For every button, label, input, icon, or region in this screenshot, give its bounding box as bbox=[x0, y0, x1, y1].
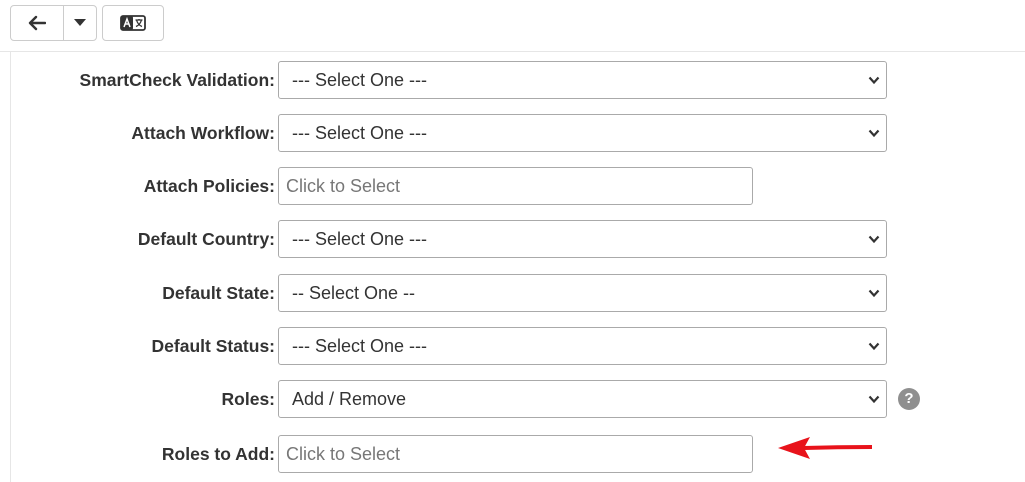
arrow-left-icon bbox=[28, 15, 46, 31]
default-country-label: Default Country: bbox=[137, 229, 275, 249]
arrow-shaft bbox=[802, 445, 872, 450]
form-row-roles: Roles: Add / Remove ? bbox=[11, 380, 1025, 418]
red-arrow-annotation bbox=[778, 437, 872, 459]
chevron-down-icon bbox=[868, 342, 880, 351]
smartcheck-validation-value: --- Select One --- bbox=[292, 70, 428, 90]
default-state-value: -- Select One -- bbox=[292, 283, 416, 303]
default-country-select[interactable]: --- Select One --- bbox=[278, 220, 887, 258]
chevron-down-icon bbox=[868, 129, 880, 138]
chevron-down-icon bbox=[868, 289, 880, 298]
toolbar bbox=[0, 0, 1025, 52]
form-row-smartcheck-validation: SmartCheck Validation: --- Select One --… bbox=[11, 61, 1025, 99]
form-row-attach-workflow: Attach Workflow: --- Select One --- bbox=[11, 114, 1025, 152]
default-status-value: --- Select One --- bbox=[292, 336, 428, 356]
default-status-select[interactable]: --- Select One --- bbox=[278, 327, 887, 365]
form-row-default-country: Default Country: --- Select One --- bbox=[11, 220, 1025, 258]
translate-button[interactable] bbox=[102, 5, 164, 41]
help-icon[interactable]: ? bbox=[898, 388, 920, 410]
history-dropdown-button[interactable] bbox=[64, 6, 96, 40]
settings-form: SmartCheck Validation: --- Select One --… bbox=[10, 52, 1025, 482]
default-state-label: Default State: bbox=[162, 283, 275, 303]
roles-value: Add / Remove bbox=[292, 389, 407, 409]
back-button[interactable] bbox=[11, 6, 64, 40]
attach-policies-label: Attach Policies: bbox=[143, 176, 275, 196]
form-row-roles-to-add: Roles to Add: Click to Select bbox=[11, 435, 1025, 473]
form-row-attach-policies: Attach Policies: Click to Select bbox=[11, 167, 1025, 205]
roles-to-add-label: Roles to Add: bbox=[161, 444, 275, 464]
form-row-default-state: Default State: -- Select One -- bbox=[11, 274, 1025, 312]
chevron-down-icon bbox=[868, 235, 880, 244]
attach-policies-input[interactable]: Click to Select bbox=[278, 167, 753, 205]
caret-down-icon bbox=[74, 19, 86, 26]
attach-workflow-value: --- Select One --- bbox=[292, 123, 428, 143]
translate-icon bbox=[120, 15, 146, 31]
roles-to-add-input[interactable]: Click to Select bbox=[278, 435, 753, 473]
attach-workflow-select[interactable]: --- Select One --- bbox=[278, 114, 887, 152]
roles-select[interactable]: Add / Remove bbox=[278, 380, 887, 418]
roles-label: Roles: bbox=[221, 389, 275, 409]
smartcheck-validation-label: SmartCheck Validation: bbox=[79, 70, 275, 90]
back-button-group bbox=[10, 5, 97, 41]
chevron-down-icon bbox=[868, 76, 880, 85]
form-row-default-status: Default Status: --- Select One --- bbox=[11, 327, 1025, 365]
attach-workflow-label: Attach Workflow: bbox=[131, 123, 275, 143]
smartcheck-validation-select[interactable]: --- Select One --- bbox=[278, 61, 887, 99]
default-status-label: Default Status: bbox=[151, 336, 275, 356]
default-country-value: --- Select One --- bbox=[292, 229, 428, 249]
default-state-select[interactable]: -- Select One -- bbox=[278, 274, 887, 312]
chevron-down-icon bbox=[868, 395, 880, 404]
